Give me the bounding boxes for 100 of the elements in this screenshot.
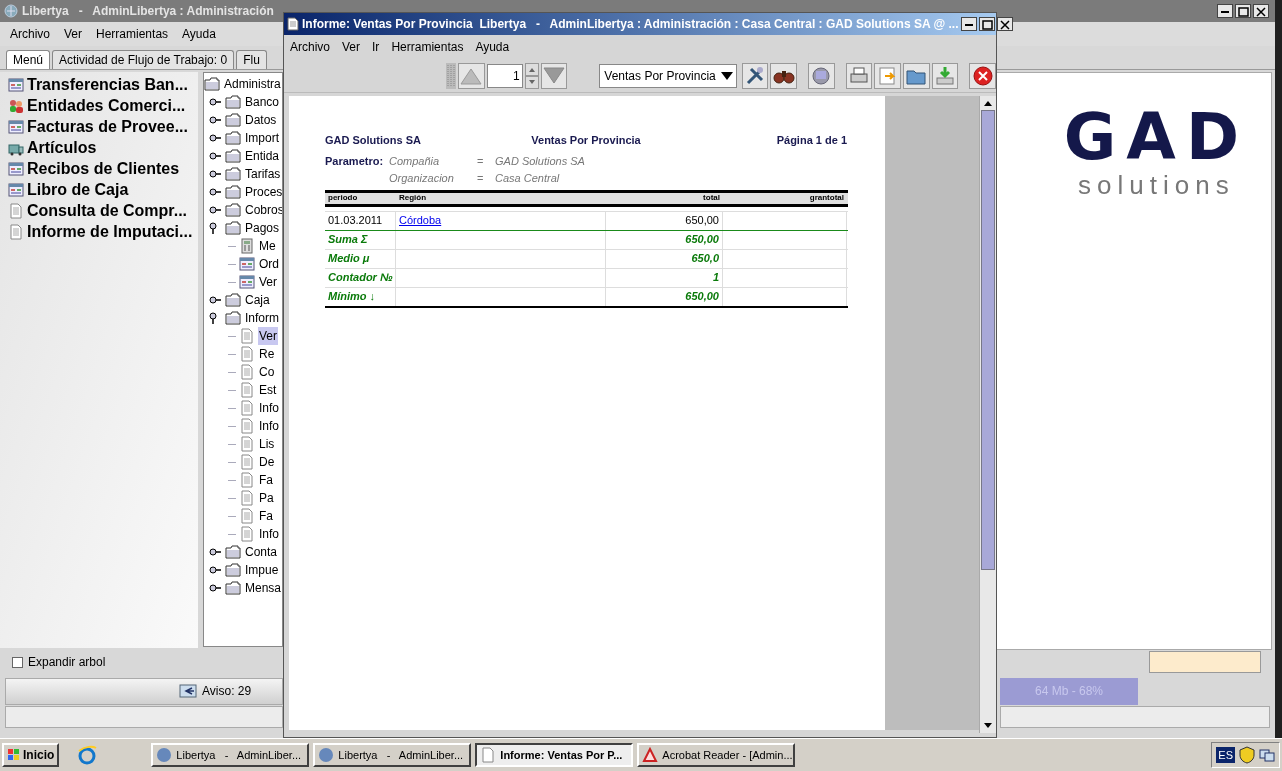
window-icon <box>8 160 24 177</box>
logo-name: GAD <box>1063 103 1249 171</box>
summary-label: Mínimo ↓ <box>328 289 376 305</box>
table-cell-text: 01.03.2011 <box>328 213 383 229</box>
menu-item[interactable]: Herramientas <box>96 25 169 43</box>
archive-button[interactable] <box>807 62 835 89</box>
menu-item[interactable]: Herramientas <box>391 38 464 56</box>
menu-item[interactable]: Ayuda <box>475 38 510 56</box>
expand-handle-icon[interactable] <box>208 150 222 162</box>
open-button[interactable] <box>902 62 930 89</box>
tree-item[interactable]: De <box>258 453 276 471</box>
expand-handle-icon[interactable] <box>208 132 222 144</box>
tree-item[interactable]: Lis <box>258 435 276 453</box>
table-cell-text: 1 <box>712 270 719 286</box>
expand-handle-icon[interactable] <box>208 546 222 558</box>
tree-item[interactable]: Fa <box>258 507 274 525</box>
table-cell-text: 650,00 <box>685 213 719 229</box>
expand-handle-icon[interactable] <box>208 186 222 198</box>
customize-button[interactable] <box>741 62 769 89</box>
tree-item[interactable]: Pa <box>258 489 275 507</box>
tree-item[interactable]: Mensa <box>244 579 282 597</box>
parameter-value: GAD Solutions SA <box>495 153 586 169</box>
tab[interactable]: Flu <box>236 50 267 69</box>
tree-item[interactable]: Banco <box>244 93 281 111</box>
tree-item[interactable]: Tarifas <box>244 165 282 183</box>
taskbar-button[interactable]: Libertya - AdminLiber... <box>313 743 472 767</box>
page-field[interactable]: 1 <box>486 63 523 88</box>
checkbox[interactable] <box>12 656 23 668</box>
tree-item[interactable]: Inform <box>244 309 280 327</box>
print-button[interactable] <box>845 62 873 89</box>
tree-item[interactable]: Est <box>258 381 278 399</box>
menu-item[interactable]: Archivo <box>290 38 330 56</box>
tree-item[interactable]: Administra <box>223 75 282 93</box>
expand-handle-icon[interactable] <box>208 582 222 594</box>
tree-item[interactable]: Ord <box>258 255 280 273</box>
logo-tagline: solutions <box>1078 171 1235 199</box>
expand-handle-icon[interactable] <box>208 204 222 216</box>
close-button[interactable] <box>1253 4 1269 18</box>
document-icon <box>239 346 255 362</box>
expand-handle-icon[interactable] <box>208 96 222 108</box>
close-button[interactable] <box>969 62 996 89</box>
tree-item[interactable]: Impue <box>244 561 280 579</box>
tree-item[interactable]: Info <box>258 399 280 417</box>
tree-item[interactable]: Import <box>244 129 280 147</box>
tree-item[interactable]: Pagos <box>244 219 281 237</box>
tree-item[interactable]: Entida <box>244 147 281 165</box>
expand-handle-icon[interactable] <box>208 564 222 576</box>
region-link[interactable]: Córdoba <box>399 212 442 229</box>
expand-handle-icon[interactable] <box>208 294 222 306</box>
tree-item[interactable]: Proces <box>244 183 282 201</box>
message-icon <box>178 682 198 700</box>
folder-icon <box>225 148 241 164</box>
document-icon <box>239 382 255 398</box>
tree-item[interactable]: Conta <box>244 543 279 561</box>
menu-item[interactable]: Ir <box>372 38 380 56</box>
scrollbar[interactable] <box>979 96 996 733</box>
language-indicator[interactable]: ES <box>1216 746 1235 764</box>
dropdown-icon <box>720 71 733 80</box>
pdf-icon <box>642 747 659 763</box>
tree-item[interactable]: Info <box>258 417 280 435</box>
calculator-icon <box>239 238 255 254</box>
report-select[interactable]: Ventas Por Provincia <box>599 63 737 88</box>
tree-item[interactable]: Datos <box>244 111 278 129</box>
window-icon <box>239 256 255 272</box>
export-button[interactable] <box>874 62 901 89</box>
tree-item[interactable]: Me <box>258 237 277 255</box>
tab[interactable]: Actividad de Flujo de Trabajo: 0 <box>52 50 235 69</box>
taskbar-button[interactable]: Informe: Ventas Por P... <box>475 743 634 767</box>
maximize-button[interactable] <box>1235 4 1251 18</box>
menu-item[interactable]: Ayuda <box>182 25 216 43</box>
menu-item[interactable]: Ver <box>342 38 361 56</box>
menu-item[interactable]: Archivo <box>10 25 50 43</box>
folder-icon <box>225 112 241 128</box>
taskbar-button[interactable]: Acrobat Reader - [Admin... <box>637 743 796 767</box>
tree-item[interactable]: Ver <box>258 273 278 291</box>
parameter-name: Compañia <box>389 153 441 169</box>
input-field[interactable] <box>1149 651 1261 673</box>
tree-item[interactable]: Co <box>258 363 276 381</box>
close-button[interactable] <box>997 17 1014 31</box>
start-button[interactable]: Inicio <box>2 743 60 767</box>
taskbar-button[interactable]: Libertya - AdminLiber... <box>151 743 310 767</box>
minimize-button[interactable] <box>961 17 978 31</box>
tree-item[interactable]: Info <box>258 525 280 543</box>
parameter-name: Organizacion <box>389 170 455 186</box>
tree-item[interactable]: Re <box>258 345 276 363</box>
notice-count[interactable]: Aviso: 29 <box>202 682 252 700</box>
expand-handle-icon[interactable] <box>208 114 222 126</box>
tree-item[interactable]: Caja <box>244 291 271 309</box>
expand-handle-icon[interactable] <box>208 168 222 180</box>
menu-item[interactable]: Ver <box>64 25 83 43</box>
browser-icon[interactable] <box>77 745 98 765</box>
find-button[interactable] <box>770 62 797 89</box>
maximize-button[interactable] <box>979 17 996 31</box>
tree-item[interactable]: Ver <box>258 327 278 345</box>
tree-item[interactable]: Fa <box>258 471 274 489</box>
next-page-button[interactable] <box>540 62 568 89</box>
folder-icon <box>225 202 241 218</box>
tab[interactable]: Menú <box>6 50 51 69</box>
minimize-button[interactable] <box>1217 4 1233 18</box>
windows-icon <box>7 748 21 762</box>
